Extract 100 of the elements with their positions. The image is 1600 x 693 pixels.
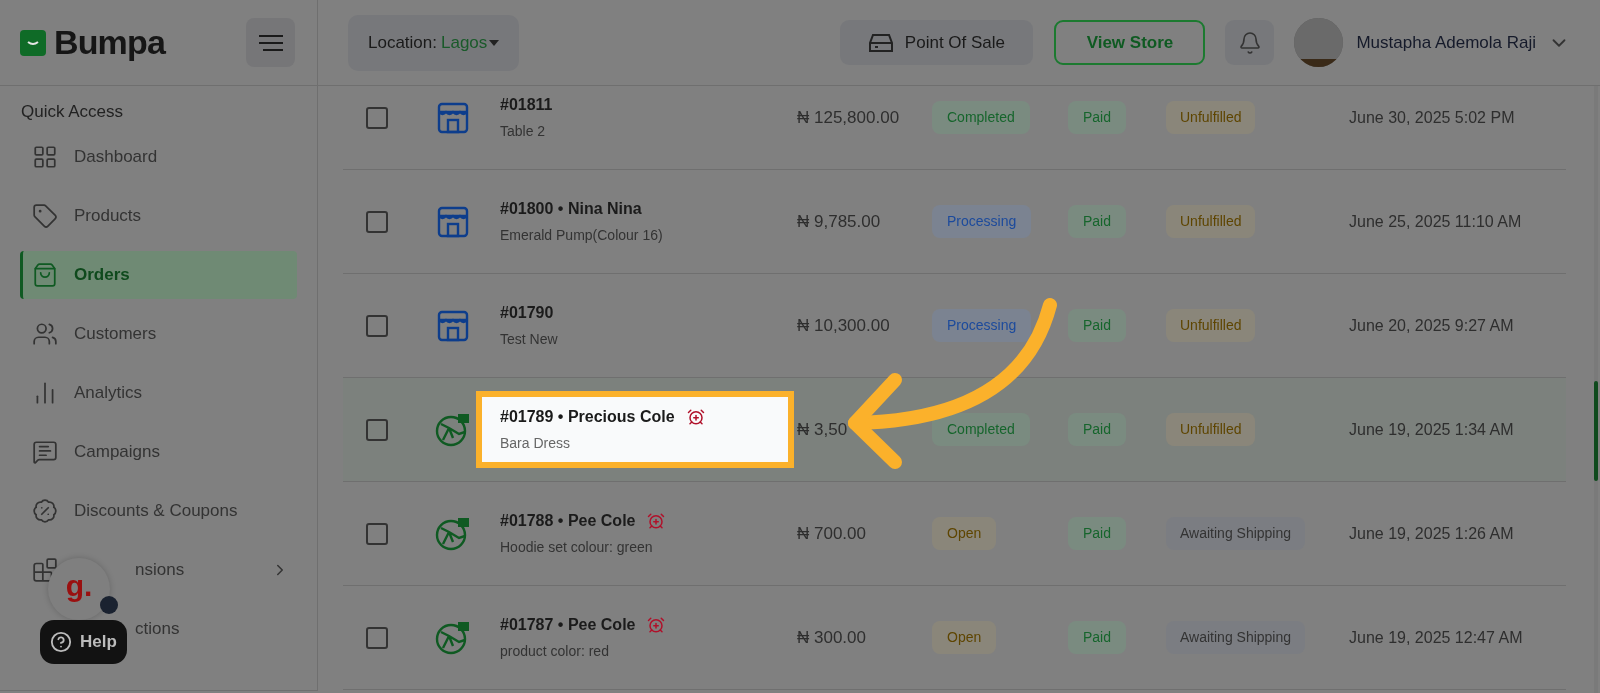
order-row[interactable]: #01811 Table 2 ₦ 125,800.00 Completed Paid Unfulfilled June 30, 2025 5:02 PM [343,86,1566,170]
avatar-letter: g. [65,571,93,601]
payment-badge: Paid [1068,309,1127,342]
order-subtitle: Emerald Pump(Colour 16) [500,226,664,245]
point-of-sale-button[interactable]: Point Of Sale [840,20,1034,65]
grid-icon [32,143,58,170]
sidebar-label: Orders [74,263,130,286]
sidebar-item[interactable]: ctions [135,615,180,642]
order-title: #01811 [500,95,553,115]
status-badge: Processing [932,205,1032,238]
fulfillment-badge: Unfulfilled [1166,413,1256,446]
status-badge: Open [932,621,997,654]
fulfillment-badge: Awaiting Shipping [1166,621,1306,654]
payment-badge: Paid [1068,205,1127,238]
status-badge: Completed [932,101,1030,134]
order-title-cell[interactable]: #01800 • Nina Nina Emerald Pump(Colour 16) [500,197,780,246]
globe-store-icon [435,411,471,448]
user-avatar[interactable] [1294,18,1344,67]
order-subtitle: product color: red [500,642,610,661]
order-row[interactable]: #01800 • Nina Nina Emerald Pump(Colour 16) ₦ 9,785.00 Processing Paid Unfulfilled June 25, 2025 11:10 AM [343,170,1566,274]
globe-store-icon [435,515,471,552]
order-title: #01800 • Nina Nina [500,199,642,219]
sidebar-item[interactable]: Customers [74,320,157,347]
storefront-icon [436,308,470,343]
discount-badge-icon [32,497,58,524]
storefront-icon [436,204,470,239]
bag-icon [32,261,58,288]
order-date: June 19, 2025 1:26 AM [1349,523,1514,544]
section-title: Quick Access [21,101,125,123]
storefront-icon [436,100,470,135]
order-subtitle: Bara Dress [500,434,572,453]
order-subtitle: Test New [500,330,559,349]
fulfillment-badge: Unfulfilled [1166,101,1256,134]
blocks-icon [32,556,58,583]
order-title-cell[interactable]: #01811 Table 2 [500,93,780,142]
row-checkbox[interactable] [366,314,388,337]
user-name[interactable]: Mustapha Ademola Raji [1356,29,1536,56]
order-row[interactable]: #01789 • Precious Cole Bara Dress ₦ 3,50 Completed Paid Unfulfilled June 19, 2025 1:34 AM [343,378,1566,482]
sidebar-item[interactable]: Analytics [74,379,143,406]
order-amount: ₦ 700.00 [797,523,866,543]
sidebar-item[interactable]: nsions [135,556,185,583]
order-title-cell[interactable]: #01788 • Pee Cole Hoodie set colour: green [500,509,780,558]
notifications-button[interactable] [1225,20,1275,65]
order-amount: ₦ 10,300.00 [797,315,890,335]
payment-badge: Paid [1068,621,1127,654]
payment-badge: Paid [1068,413,1127,446]
row-checkbox[interactable] [366,106,388,129]
brand-name: Bumpa [54,22,165,63]
row-checkbox[interactable] [366,522,388,545]
order-subtitle: Hoodie set colour: green [500,538,654,557]
logo-icon [20,29,46,56]
fulfillment-badge: Unfulfilled [1166,205,1256,238]
location-selector[interactable]: Location: Lagos [348,14,520,71]
order-title: #01790 [500,303,554,323]
tag-icon [32,202,58,229]
order-subtitle: Table 2 [500,122,547,141]
chat-bubble-icon [32,438,58,465]
status-badge: Processing [932,309,1032,342]
order-title: #01788 • Pee Cole [500,511,636,531]
order-date: June 20, 2025 9:27 AM [1349,315,1514,336]
order-amount: ₦ 300.00 [797,627,866,647]
fulfillment-badge: Unfulfilled [1166,309,1256,342]
highlighted-order-title[interactable]: #01789 • Precious Cole Bara Dress [476,391,794,468]
row-checkbox[interactable] [366,418,388,441]
dropdown-caret-icon [489,39,500,46]
order-title-cell[interactable]: #01790 Test New [500,301,780,350]
payment-badge: Paid [1068,101,1127,134]
order-amount: ₦ 3,50 [797,419,848,439]
order-amount: ₦ 125,800.00 [797,107,900,127]
sidebar-item[interactable]: Dashboard [74,143,158,170]
menu-button[interactable] [246,18,295,67]
globe-store-icon [435,619,471,656]
status-badge: Completed [932,413,1030,446]
card-reader-icon [868,32,893,53]
order-title: #01787 • Pee Cole [500,615,636,635]
order-amount: ₦ 9,785.00 [797,211,881,231]
fulfillment-badge: Awaiting Shipping [1166,517,1306,550]
order-row[interactable]: #01788 • Pee Cole Hoodie set colour: green ₦ 700.00 Open Paid Awaiting Shipping June 19, 2025 1:26 AM [343,482,1566,586]
bell-icon [1237,30,1262,55]
users-icon [32,320,58,347]
sidebar-item[interactable]: Campaigns [74,438,160,465]
order-title: #01789 • Precious Cole [500,407,675,427]
order-date: June 25, 2025 11:10 AM [1349,211,1522,232]
row-checkbox[interactable] [366,626,388,649]
location-label: Location: [368,31,437,54]
sidebar-item[interactable]: Products [74,202,142,229]
order-date: June 19, 2025 12:47 AM [1349,627,1523,648]
alarm-clock-icon [647,512,666,530]
sidebar-item[interactable]: Discounts & Coupons [74,497,238,524]
order-title-cell[interactable]: #01787 • Pee Cole product color: red [500,613,780,662]
status-badge: Open [932,517,997,550]
order-row[interactable]: #01787 • Pee Cole product color: red ₦ 300.00 Open Paid Awaiting Shipping June 19, 2025 12:47 AM [343,586,1566,690]
location-value: Lagos [441,31,488,54]
help-button[interactable]: Help [40,620,127,664]
row-checkbox[interactable] [366,210,388,233]
order-date: June 30, 2025 5:02 PM [1349,107,1515,128]
help-icon [50,631,72,653]
sidebar-item-active[interactable]: Orders [20,250,297,299]
alarm-clock-icon [647,616,666,634]
alarm-clock-icon [686,408,705,426]
